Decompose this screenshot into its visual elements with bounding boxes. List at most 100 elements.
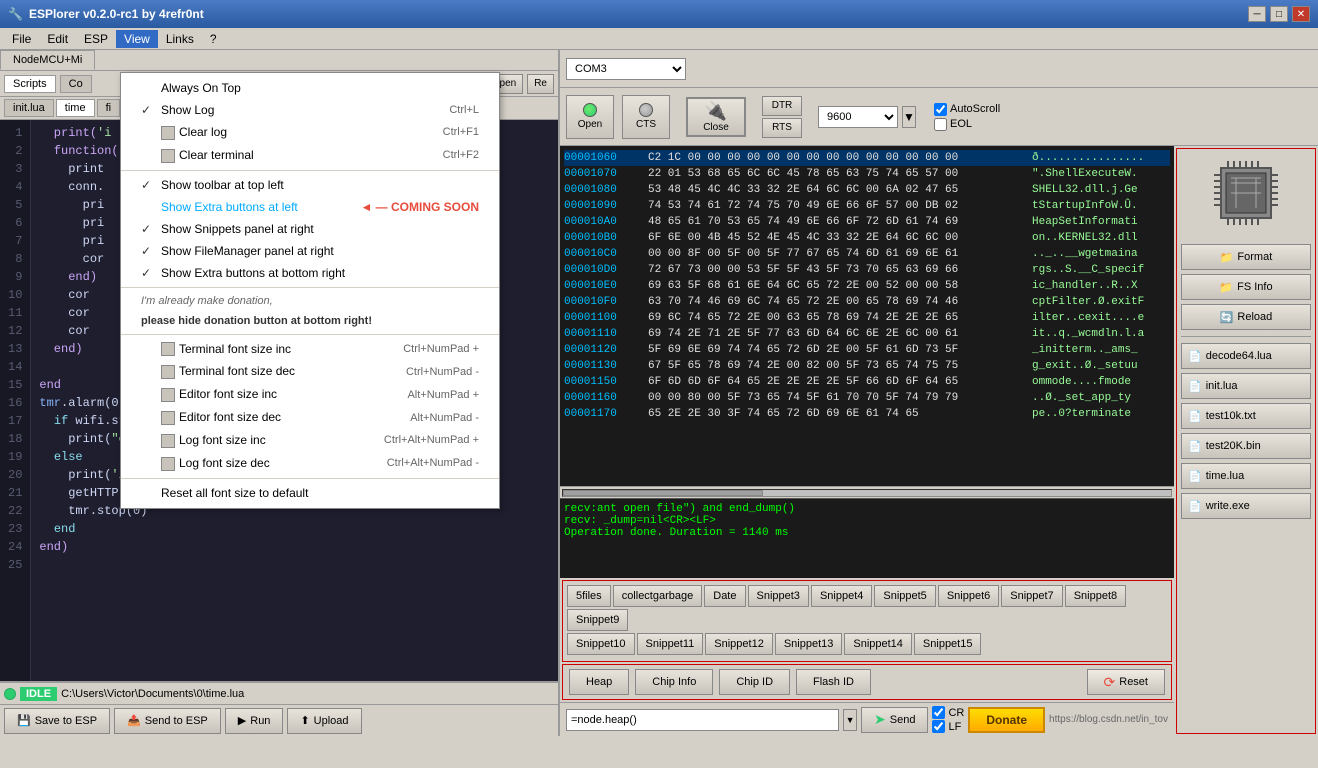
menu-file[interactable]: File [4,30,39,48]
snippet-3[interactable]: Snippet3 [748,585,809,607]
minimize-button[interactable]: ─ [1248,6,1266,22]
open-button[interactable]: Open [566,95,614,139]
menu-help[interactable]: ? [202,30,225,48]
cr-checkbox[interactable] [932,706,945,719]
file-decode64[interactable]: 📄 decode64.lua [1181,343,1311,369]
reload-sidebar-button[interactable]: 🔄 Reload [1181,304,1311,330]
dd-editor-font-inc[interactable]: Editor font size inc Alt+NumPad + [121,383,499,406]
snippet-6[interactable]: Snippet6 [938,585,999,607]
tab-scripts[interactable]: Scripts [4,75,56,93]
dd-always-on-top[interactable]: Always On Top [121,77,499,99]
dd-show-extra-buttons-left[interactable]: Show Extra buttons at left ◄ — COMING SO… [121,196,499,218]
save-to-esp-button[interactable]: 💾 Save to ESP [4,708,110,734]
snippet-date[interactable]: Date [704,585,745,607]
lf-checkbox[interactable] [932,720,945,733]
format-sidebar-button[interactable]: 📁 Format [1181,244,1311,270]
tab-init-lua[interactable]: init.lua [4,99,54,117]
com-port-select[interactable]: COM3COM1COM2COM4 [566,58,686,80]
snippet-4[interactable]: Snippet4 [811,585,872,607]
menu-edit[interactable]: Edit [39,30,76,48]
main-tab-bar: NodeMCU+Mi [0,50,558,71]
snippet-collectgarbage[interactable]: collectgarbage [613,585,703,607]
autoscroll-checkbox[interactable] [934,103,947,116]
dd-show-toolbar[interactable]: ✓Show toolbar at top left [121,174,499,196]
file-icon: 📄 [1188,500,1202,513]
snippet-14[interactable]: Snippet14 [844,633,912,655]
send-input[interactable] [566,709,839,731]
menu-esp[interactable]: ESP [76,30,116,48]
heap-button[interactable]: Heap [569,669,629,695]
snippet-10[interactable]: Snippet10 [567,633,635,655]
close-button[interactable]: ✕ [1292,6,1310,22]
dd-show-log[interactable]: ✓Show Log Ctrl+L [121,99,499,121]
maximize-button[interactable]: □ [1270,6,1288,22]
donate-button[interactable]: Donate [968,707,1045,733]
menu-links[interactable]: Links [158,30,202,48]
send-input-dropdown[interactable]: ▼ [843,709,857,731]
dd-reset-font-sizes[interactable]: Reset all font size to default [121,482,499,504]
dd-sep3 [121,334,499,335]
window-controls: ─ □ ✕ [1248,6,1310,22]
snippet-7[interactable]: Snippet7 [1001,585,1062,607]
reset-button[interactable]: ⟳ Reset [1087,669,1165,695]
tab-co[interactable]: Co [60,75,92,93]
dd-log-font-dec[interactable]: Log font size dec Ctrl+Alt+NumPad - [121,452,499,475]
hex-line: 00001080 53 48 45 4C 4C 33 32 2E 64 6C 6… [564,182,1170,198]
send-button[interactable]: ➤ Send [861,707,928,733]
dd-terminal-font-dec[interactable]: Terminal font size dec Ctrl+NumPad - [121,360,499,383]
snippets-row-1: 5files collectgarbage Date Snippet3 Snip… [567,585,1167,631]
baud-dropdown-arrow[interactable]: ▼ [902,106,916,128]
log-area[interactable]: recv:ant open file") and end_dump() recv… [560,498,1174,578]
tab-fi[interactable]: fi [97,99,121,117]
file-test20k[interactable]: 📄 test20K.bin [1181,433,1311,459]
dd-clear-terminal[interactable]: Clear terminal Ctrl+F2 [121,144,499,167]
chip-info-button[interactable]: Chip Info [635,669,713,695]
dd-sep1 [121,170,499,171]
snippet-11[interactable]: Snippet11 [637,633,704,655]
sidebar-separator [1181,336,1311,337]
cts-button[interactable]: CTS [622,95,670,139]
baud-rate-select[interactable]: 960011520057600 [818,106,898,128]
eol-checkbox[interactable] [934,118,947,131]
hex-display[interactable]: 00001060 C2 1C 00 00 00 00 00 00 00 00 0… [560,146,1174,486]
file-write-exe[interactable]: 📄 write.exe [1181,493,1311,519]
reload-button[interactable]: Re [527,74,554,94]
dd-show-filemanager[interactable]: ✓Show FileManager panel at right [121,240,499,262]
dd-editor-font-dec[interactable]: Editor font size dec Alt+NumPad - [121,406,499,429]
send-to-esp-button[interactable]: 📤 Send to ESP [114,708,221,734]
status-bar: IDLE C:\Users\Victor\Documents\0\time.lu… [0,682,558,704]
snippet-15[interactable]: Snippet15 [914,633,982,655]
dd-log-font-inc[interactable]: Log font size inc Ctrl+Alt+NumPad + [121,429,499,452]
reload-icon: 🔄 [1220,311,1234,324]
flash-id-button[interactable]: Flash ID [796,669,871,695]
website-link: https://blog.csdn.net/in_tov [1049,714,1168,725]
run-button[interactable]: ▶ Run [225,708,284,734]
snippet-8[interactable]: Snippet8 [1065,585,1126,607]
snippet-13[interactable]: Snippet13 [775,633,843,655]
snippet-9[interactable]: Snippet9 [567,609,628,631]
dd-terminal-font-inc[interactable]: Terminal font size inc Ctrl+NumPad + [121,338,499,361]
snippet-5files[interactable]: 5files [567,585,611,607]
tab-time[interactable]: time [56,99,95,117]
snippet-12[interactable]: Snippet12 [705,633,773,655]
upload-button[interactable]: ⬆ Upload [287,708,361,734]
file-test10k[interactable]: 📄 test10k.txt [1181,403,1311,429]
send-bar: ▼ ➤ Send CR LF [560,702,1174,736]
dtr-button[interactable]: DTR [762,96,802,116]
dd-clear-log[interactable]: Clear log Ctrl+F1 [121,121,499,144]
file-init-lua[interactable]: 📄 init.lua [1181,373,1311,399]
rts-button[interactable]: RTS [762,118,802,138]
file-time-lua[interactable]: 📄 time.lua [1181,463,1311,489]
snippet-5[interactable]: Snippet5 [874,585,935,607]
chip-id-button[interactable]: Chip ID [719,669,790,695]
fs-info-sidebar-button[interactable]: 📁 FS Info [1181,274,1311,300]
tab-nodemcu[interactable]: NodeMCU+Mi [0,50,95,70]
dd-show-snippets[interactable]: ✓Show Snippets panel at right [121,218,499,240]
chip-image-area [1181,153,1311,236]
autoscroll-group: AutoScroll EOL [934,103,1000,131]
autoscroll-label: AutoScroll [950,103,1000,115]
close-connection-button[interactable]: 🔌 Close [686,97,746,137]
menu-view[interactable]: View [116,30,158,48]
snippets-row-2: Snippet10 Snippet11 Snippet12 Snippet13 … [567,633,1167,655]
dd-show-extra-bottom[interactable]: ✓Show Extra buttons at bottom right [121,262,499,284]
